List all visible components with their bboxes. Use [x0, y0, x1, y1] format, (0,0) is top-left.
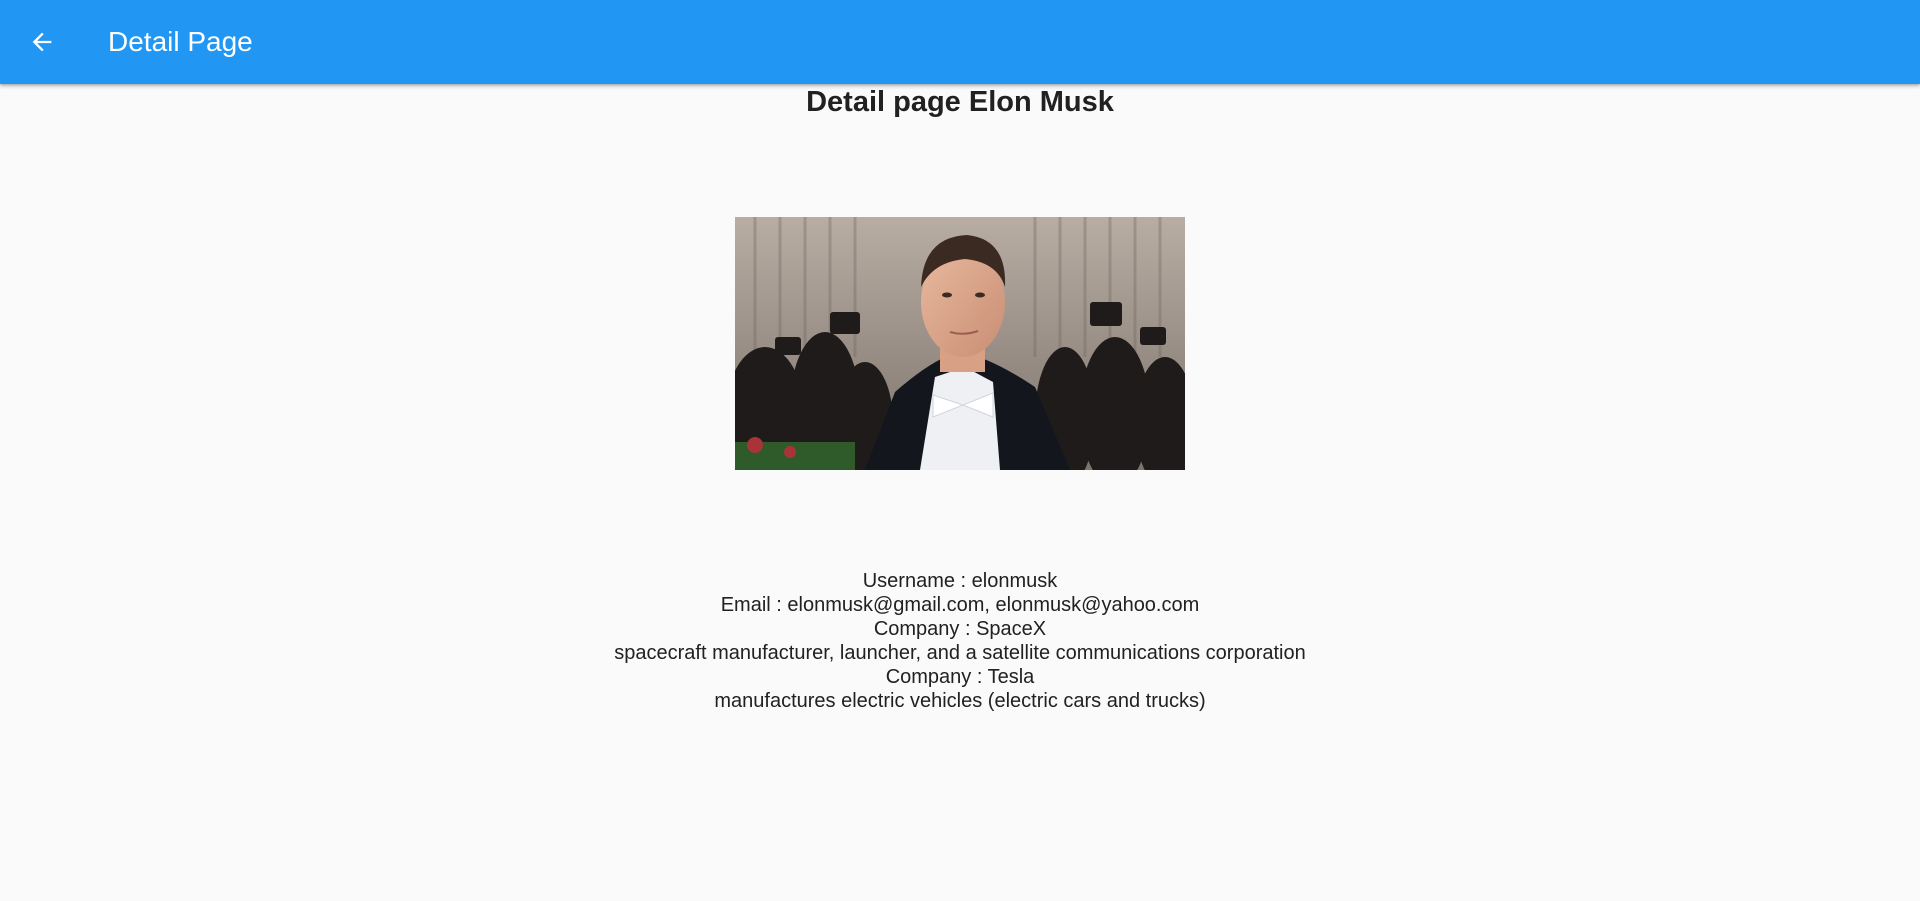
company-spacex-text: Company : SpaceX [873, 618, 1047, 640]
company-tesla-description: manufactures electric vehicles (electric… [714, 690, 1206, 712]
arrow-back-icon [32, 32, 52, 52]
username-text: Username : elonmusk [862, 570, 1058, 592]
back-button[interactable] [22, 22, 62, 62]
app-bar: Detail Page [0, 0, 1920, 84]
page-heading: Detail page Elon Musk [806, 86, 1114, 118]
app-bar-title: Detail Page [108, 26, 253, 57]
profile-photo [735, 217, 1185, 470]
company-spacex-description: spacecraft manufacturer, launcher, and a… [614, 642, 1306, 664]
email-text: Email : elonmusk@gmail.com, elonmusk@yah… [720, 594, 1200, 616]
user-details: Username : elonmusk Email : elonmusk@gma… [0, 569, 1920, 713]
company-tesla-text: Company : Tesla [885, 666, 1035, 688]
